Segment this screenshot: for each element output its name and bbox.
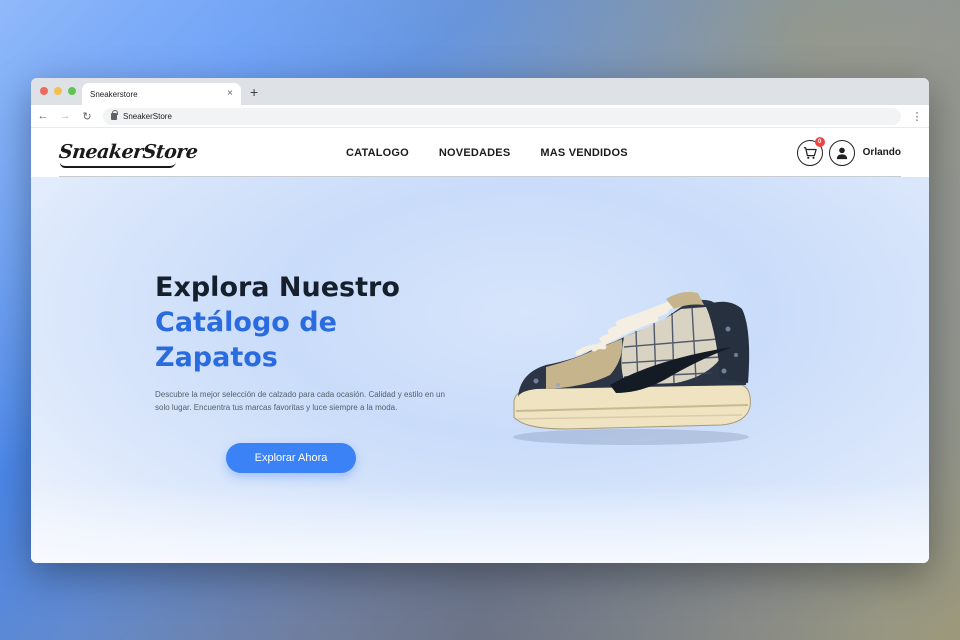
browser-menu-icon[interactable]: ⋮ — [911, 110, 923, 123]
hero-fade — [31, 483, 929, 563]
address-bar-url: SneakerStore — [123, 111, 172, 121]
cart-button[interactable]: 0 — [796, 136, 825, 166]
user-account-button[interactable] — [828, 139, 855, 166]
username[interactable]: Orlando — [863, 147, 901, 158]
logo-swoosh — [59, 162, 176, 168]
tab-strip: Sneakerstore × + — [31, 78, 929, 105]
cart-count-badge: 0 — [814, 136, 825, 147]
tab-title: Sneakerstore — [90, 89, 138, 99]
nav-link-mas-vendidos[interactable]: MAS VENDIDOS — [540, 147, 627, 159]
minimize-window-button[interactable] — [54, 87, 62, 95]
forward-arrow-icon[interactable]: → — [59, 110, 71, 122]
window-controls — [40, 87, 76, 95]
main-navigation: CATALOGO NOVEDADES MAS VENDIDOS — [346, 128, 628, 177]
hero-title: Explora Nuestro Catálogo de Zapatos — [155, 270, 435, 375]
header-actions: 0 Orlando — [796, 128, 901, 177]
hero-title-line-2: Catálogo de — [155, 307, 337, 338]
sneakerstore-page: Explora Nuestro Catálogo de Zapatos Desc… — [31, 128, 929, 563]
logo-text: SneakerStore — [57, 141, 199, 163]
hero-title-line-3: Zapatos — [155, 342, 278, 373]
new-tab-button[interactable]: + — [250, 84, 258, 100]
browser-tab[interactable]: Sneakerstore × — [82, 83, 241, 105]
close-window-button[interactable] — [40, 87, 48, 95]
lock-icon — [111, 109, 118, 120]
explore-now-button[interactable]: Explorar Ahora — [226, 443, 356, 473]
browser-window: Sneakerstore × + ← → ↻ SneakerStore ⋮ Ex… — [31, 78, 929, 563]
tab-close-icon[interactable]: × — [227, 89, 233, 99]
cart-icon — [803, 146, 817, 159]
site-header: SneakerStore CATALOGO NOVEDADES MAS VEND… — [57, 128, 901, 177]
nav-link-novedades[interactable]: NOVEDADES — [439, 147, 510, 159]
reload-icon[interactable]: ↻ — [81, 110, 93, 123]
hero-description: Descubre la mejor selección de calzado p… — [155, 390, 445, 412]
sneakerstore-logo[interactable]: SneakerStore — [57, 141, 199, 168]
address-bar[interactable]: SneakerStore — [103, 107, 901, 125]
nav-link-catalogo[interactable]: CATALOGO — [346, 147, 409, 159]
hero-title-line-1: Explora Nuestro — [155, 272, 400, 303]
hero-section: Explora Nuestro Catálogo de Zapatos Desc… — [31, 177, 929, 563]
sneaker-image — [513, 291, 751, 445]
maximize-window-button[interactable] — [68, 87, 76, 95]
user-icon — [836, 147, 847, 159]
browser-toolbar: ← → ↻ SneakerStore ⋮ — [31, 105, 929, 128]
back-arrow-icon[interactable]: ← — [37, 110, 49, 122]
